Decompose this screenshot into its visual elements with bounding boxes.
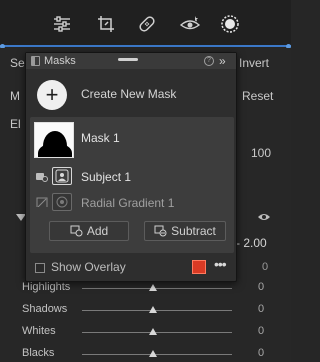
slider-value[interactable]: 0 (258, 325, 264, 337)
slider-value[interactable]: 0 (258, 303, 264, 315)
slider-label: Whites (22, 325, 56, 337)
visibility-eye-icon[interactable] (257, 212, 271, 222)
show-overlay-checkbox[interactable] (35, 263, 45, 273)
section-label: Se (10, 56, 25, 70)
slider-track[interactable] (82, 332, 232, 333)
mask-name[interactable]: Mask 1 (81, 131, 120, 145)
subject-thumbnail[interactable] (52, 167, 72, 185)
mask-component-row[interactable]: Subject 1 (30, 163, 234, 189)
exposure-value[interactable]: - 2.00 (236, 236, 267, 250)
reset-button[interactable]: Reset (242, 89, 273, 103)
slider-label: Shadows (22, 303, 68, 315)
edit-sliders-icon[interactable] (51, 13, 73, 35)
radial-gradient-thumbnail[interactable] (52, 193, 72, 211)
invert-button[interactable]: Invert (239, 56, 269, 70)
add-button[interactable]: Add (49, 221, 129, 241)
highlights-slider[interactable]: Highlights 0 (0, 279, 291, 299)
drag-handle-icon[interactable] (118, 58, 138, 61)
slider-track[interactable] (82, 354, 232, 355)
masks-panel-header[interactable]: Masks ? » (26, 53, 236, 69)
subtract-label: Subtract (171, 224, 216, 238)
blacks-slider[interactable]: Blacks 0 (0, 345, 291, 362)
crop-icon[interactable] (95, 13, 117, 35)
tool-strip (0, 0, 291, 46)
slider-knob[interactable] (149, 350, 157, 357)
overlay-color-swatch[interactable] (192, 260, 206, 274)
slider-track[interactable] (82, 288, 232, 289)
show-overlay-label[interactable]: Show Overlay (51, 260, 126, 274)
component-name[interactable]: Subject 1 (81, 170, 131, 184)
subtract-button[interactable]: Subtract (144, 221, 226, 241)
healing-bandage-icon[interactable] (136, 13, 158, 35)
slider-value[interactable]: 0 (258, 281, 264, 293)
slider-track[interactable] (82, 310, 232, 311)
mode-label: M (10, 89, 20, 103)
overlay-options-icon[interactable]: ••• (214, 256, 227, 272)
add-component-icon (36, 173, 48, 182)
slider-knob[interactable] (149, 328, 157, 335)
collapse-panel-icon[interactable]: » (219, 53, 226, 69)
create-new-mask-label[interactable]: Create New Mask (81, 87, 176, 101)
subtract-icon (154, 225, 167, 237)
masking-icon[interactable] (219, 13, 241, 35)
whites-slider[interactable]: Whites 0 (0, 323, 291, 343)
create-new-mask-button[interactable]: + (37, 80, 67, 110)
masks-panel: Masks ? » + Create New Mask Mask 1 Subje… (25, 52, 237, 282)
add-icon (70, 225, 83, 237)
add-label: Add (86, 224, 109, 238)
help-icon[interactable]: ? (204, 56, 214, 66)
slider-label: Highlights (22, 281, 71, 293)
red-eye-icon[interactable] (179, 13, 201, 35)
side-value-1: 0 (262, 261, 269, 273)
slider-value[interactable]: 0 (258, 347, 264, 359)
slider-knob[interactable] (149, 306, 157, 313)
panel-divider (0, 45, 291, 47)
mask-row[interactable]: Mask 1 (30, 117, 234, 163)
component-name[interactable]: Radial Gradient 1 (81, 196, 174, 210)
shadows-slider[interactable]: Shadows 0 (0, 301, 291, 321)
amount-value: 100 (251, 146, 272, 160)
masks-panel-title: Masks (44, 55, 76, 67)
panel-dock-icon[interactable] (31, 56, 40, 66)
effect-label: El (10, 117, 21, 131)
slider-knob[interactable] (149, 284, 157, 291)
mask-component-row[interactable]: Radial Gradient 1 (30, 189, 234, 215)
slider-label: Blacks (22, 347, 55, 359)
subtract-component-icon (36, 197, 48, 207)
mask-thumbnail[interactable] (34, 122, 74, 158)
